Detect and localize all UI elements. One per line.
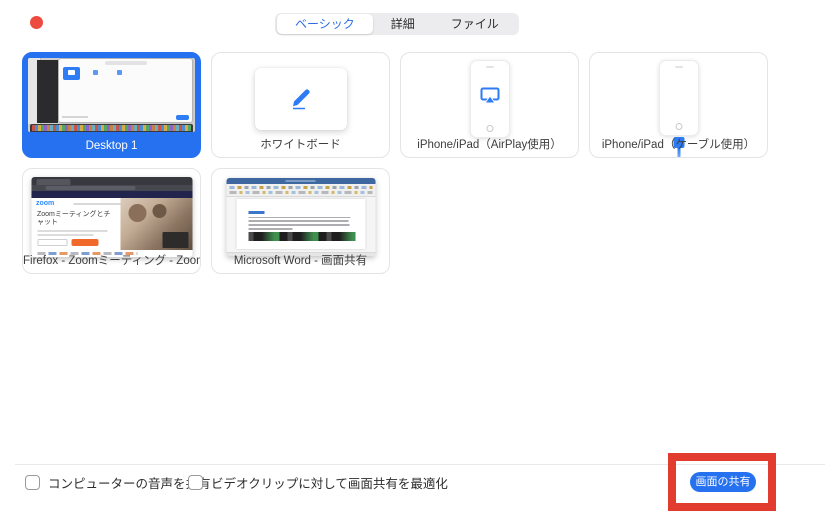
checkbox-label: コンピューターの音声を共有 xyxy=(48,477,211,491)
tab-advanced[interactable]: 詳細 xyxy=(373,14,433,34)
tab-files[interactable]: ファイル xyxy=(433,14,517,34)
tile-whiteboard[interactable]: ホワイトボード xyxy=(211,52,390,158)
checkbox-optimize-video-clip[interactable]: ビデオクリップに対して画面共有を最適化 xyxy=(188,473,448,492)
phone-home-button-shape xyxy=(675,123,682,130)
mini-tabbar-shape xyxy=(104,61,147,65)
site-signup-cta-shape xyxy=(71,239,98,246)
browser-tabbar-shape xyxy=(31,177,192,185)
mini-footer-shape xyxy=(62,115,189,120)
tile-label: Microsoft Word - 画面共有 xyxy=(233,255,368,267)
tile-word-window[interactable]: Microsoft Word - 画面共有 xyxy=(211,168,390,274)
word-titlebar-shape xyxy=(226,178,375,184)
browser-urlbar-shape xyxy=(31,185,192,191)
site-topbar-shape xyxy=(31,191,192,198)
mini-share-button-shape xyxy=(176,115,189,120)
checkbox-label: ビデオクリップに対して画面共有を最適化 xyxy=(211,477,448,491)
pencil-icon xyxy=(286,83,316,116)
tile-label: Firefox - Zoomミーティング - Zoom... xyxy=(23,255,201,267)
iphone-outline xyxy=(469,60,510,138)
mini-icon-shape xyxy=(117,70,122,75)
phone-speaker-shape xyxy=(674,66,683,68)
zoom-logo-text: zoom xyxy=(36,200,55,207)
word-thumbnail xyxy=(226,178,375,256)
whiteboard-card xyxy=(254,68,347,130)
phone-home-button-shape xyxy=(486,125,493,132)
airplay-icon xyxy=(480,87,500,109)
site-heading-text: Zoomミーティングとチャット xyxy=(37,211,111,226)
site-content: zoom Zoomミーティングとチャット xyxy=(31,198,192,257)
tile-label: ホワイトボード xyxy=(260,139,341,151)
checkbox-share-computer-sound[interactable]: コンピューターの音声を共有 xyxy=(25,473,211,492)
window-close-dot[interactable] xyxy=(30,16,43,29)
site-nav-shape xyxy=(73,203,123,205)
desktop-1-thumbnail xyxy=(28,58,195,132)
ribbon-icons-row xyxy=(229,186,372,189)
phone-speaker-shape xyxy=(485,66,494,68)
site-email-input-shape xyxy=(37,239,67,246)
tile-desktop-1[interactable]: Desktop 1 xyxy=(22,52,201,158)
macos-dock-shape xyxy=(30,124,193,132)
tile-label: iPhone/iPad（ケーブル使用） xyxy=(601,139,756,151)
word-page xyxy=(236,199,365,249)
dark-panel-shape xyxy=(37,60,58,123)
doc-heading-shape xyxy=(248,211,264,214)
dialog-window-shape xyxy=(59,59,192,122)
tile-firefox-window[interactable]: zoom Zoomミーティングとチャット Firefox - Zoomミーティン… xyxy=(22,168,201,274)
tab-basic[interactable]: ベーシック xyxy=(277,14,373,34)
mini-selected-tile-shape xyxy=(63,67,80,80)
mini-icon-shape xyxy=(93,70,98,75)
ribbon-icons-row xyxy=(229,191,372,194)
tile-iphone-airplay[interactable]: iPhone/iPad（AirPlay使用） xyxy=(400,52,579,158)
checkbox-icon[interactable] xyxy=(25,475,40,490)
doc-text-line xyxy=(248,216,351,219)
site-text-line xyxy=(37,234,93,236)
site-text-line xyxy=(37,230,107,232)
dock-icons-strip xyxy=(32,125,191,131)
tile-iphone-cable[interactable]: iPhone/iPad（ケーブル使用） xyxy=(589,52,768,158)
doc-text-line xyxy=(248,227,293,230)
iphone-outline xyxy=(658,60,699,136)
share-mode-tabs: ベーシック 詳細 ファイル xyxy=(275,13,519,35)
doc-text-line xyxy=(248,224,350,226)
word-ribbon-shape xyxy=(226,184,375,197)
tile-label: Desktop 1 xyxy=(85,140,138,152)
doc-embedded-image-shape xyxy=(248,231,355,241)
firefox-thumbnail: zoom Zoomミーティングとチャット xyxy=(31,177,192,257)
tile-label: iPhone/iPad（AirPlay使用） xyxy=(417,139,562,151)
hero-photo xyxy=(120,198,192,250)
doc-text-line xyxy=(248,220,349,223)
share-source-grid: Desktop 1 ホワイトボード iPhone/iPad（AirPlay使用）… xyxy=(22,52,782,274)
annotation-highlight-rectangle xyxy=(668,453,776,511)
checkbox-icon[interactable] xyxy=(188,475,203,490)
